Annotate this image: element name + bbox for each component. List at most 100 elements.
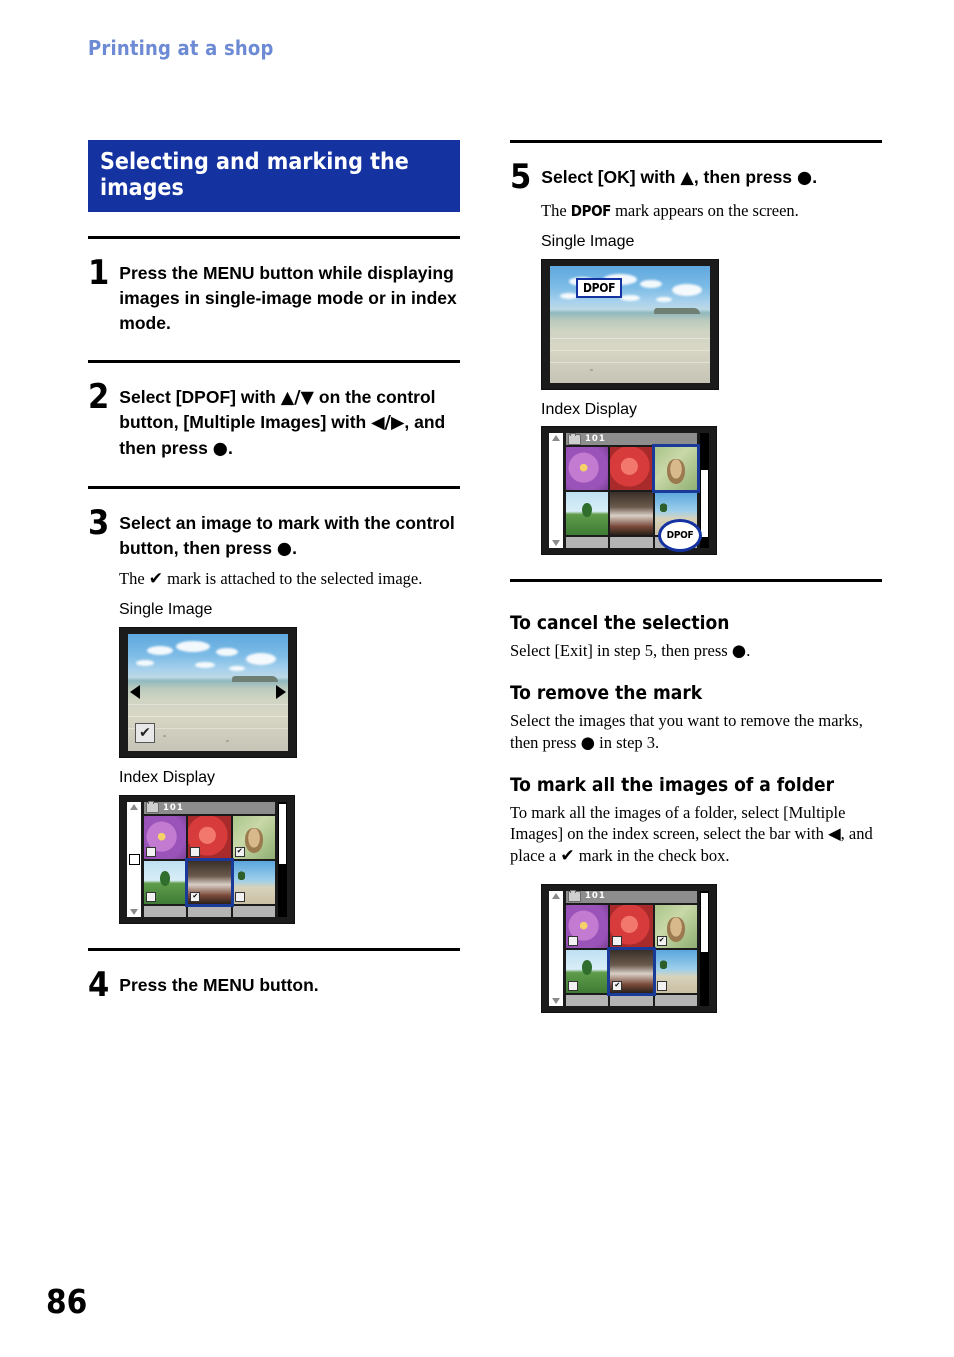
check-icon: ✔ — [148, 568, 164, 589]
scroll-down-icon[interactable] — [552, 540, 560, 547]
thumb-checkbox-checked[interactable]: ✔ — [656, 935, 667, 946]
note-after: mark appears on the screen. — [610, 201, 799, 220]
thumbnail[interactable] — [144, 860, 187, 904]
thumbnail-selected[interactable] — [651, 444, 701, 494]
thumb-checkbox[interactable] — [568, 980, 578, 991]
body-part-a: Select the images that you want to remov… — [510, 711, 863, 752]
scroll-up-icon[interactable] — [552, 892, 560, 899]
folder-label: 101 — [163, 802, 184, 813]
body-part-c: mark in the check box. — [574, 846, 730, 866]
nav-left-arrow-icon[interactable] — [130, 685, 140, 700]
thumbnail-footer-row — [144, 905, 275, 917]
thumbnail[interactable] — [654, 949, 697, 993]
caption-index-display: Index Display — [119, 768, 216, 786]
step-number: 5 — [510, 157, 532, 197]
thumb-checkbox[interactable] — [190, 846, 201, 857]
step-number: 2 — [88, 376, 110, 417]
up-arrow-icon: ▲ — [680, 168, 694, 188]
scroll-up-icon[interactable] — [552, 435, 560, 442]
enter-button-icon: ● — [796, 168, 813, 188]
thumb-checkbox[interactable] — [146, 891, 156, 902]
selection-checkbox[interactable]: ✔ — [135, 722, 155, 743]
thumbnail-selected[interactable]: ✔ — [185, 857, 234, 907]
thumb-checkbox[interactable] — [568, 935, 578, 946]
index-scrollbar[interactable] — [700, 890, 709, 1006]
step5-note: The DPOF mark appears on the screen. — [541, 200, 882, 222]
body-part-b: . — [746, 641, 751, 661]
left-arrow-icon: ◀ — [827, 824, 841, 844]
manual-page: Printing at a shop Selecting and marking… — [0, 0, 954, 1357]
folder-bar[interactable]: 101 — [144, 801, 275, 814]
step-text: Select [OK] with ▲, then press ●. — [541, 159, 817, 191]
screen-index-display-mark-all: 101 ✔ ✔ — [541, 883, 717, 1013]
folder-label: 101 — [585, 891, 606, 902]
step-5: 5 Select [OK] with ▲, then press ●. — [510, 159, 882, 194]
index-sidebar — [549, 433, 563, 549]
subsection-heading: To mark all the images of a folder — [510, 773, 835, 796]
thumb-checkbox[interactable] — [656, 980, 667, 991]
beach-photo: ✔ — [128, 633, 288, 751]
step-number: 4 — [88, 964, 110, 1005]
step-text: Select [DPOF] with ▲/▼ on the control bu… — [119, 379, 460, 463]
dpof-badge: DPOF — [576, 277, 623, 298]
step3-part-b: . — [292, 537, 297, 558]
thumbnail[interactable] — [610, 904, 653, 948]
step5-part-a: Select [OK] with — [541, 167, 681, 187]
thumb-checkbox-checked[interactable]: ✔ — [190, 891, 201, 902]
caption-single-image: Single Image — [541, 232, 635, 250]
scroll-down-icon[interactable] — [552, 997, 560, 1004]
thumbnail[interactable]: ✔ — [654, 904, 697, 948]
nav-right-arrow-icon[interactable] — [276, 685, 286, 700]
body-part-a: Select [Exit] in step 5, then press — [510, 641, 732, 661]
section-title-box: Selecting and marking the images — [88, 140, 460, 212]
subsection-body: Select [Exit] in step 5, then press ●. — [510, 640, 882, 662]
step-text: Select an image to mark with the control… — [119, 505, 460, 562]
thumb-checkbox-checked[interactable]: ✔ — [234, 846, 245, 857]
screen-single-image-dpof: DPOF — [541, 258, 719, 390]
thumbnail[interactable] — [188, 815, 231, 859]
subsection-cancel-selection: To cancel the selection Select [Exit] in… — [510, 612, 882, 662]
thumbnail[interactable] — [566, 904, 609, 948]
thumbnail-selected[interactable]: ✔ — [607, 946, 656, 996]
leftright-arrow-icon: ◀/▶ — [371, 413, 405, 434]
folder-bar[interactable]: 101 — [566, 890, 697, 903]
left-column: Selecting and marking the images 1 Press… — [88, 140, 460, 1002]
thumbnail[interactable] — [232, 860, 275, 904]
body-part-a: To mark all the images of a folder, sele… — [510, 802, 846, 844]
thumbnail[interactable] — [610, 492, 653, 536]
thumbnail[interactable] — [566, 949, 609, 993]
caption-index-display: Index Display — [541, 400, 638, 418]
step-text: Press the MENU button. — [119, 974, 319, 995]
folder-bar[interactable]: 101 — [566, 432, 697, 446]
step-2: 2 Select [DPOF] with ▲/▼ on the control … — [88, 379, 460, 463]
step-text: Press the MENU button while displaying i… — [119, 262, 457, 333]
enter-button-icon: ● — [731, 641, 747, 661]
thumb-checkbox[interactable] — [612, 935, 623, 946]
thumbnail[interactable] — [610, 447, 653, 491]
thumbnail-footer-row — [566, 994, 697, 1006]
thumbnail[interactable] — [144, 815, 187, 859]
step-4: 4 Press the MENU button. — [88, 967, 460, 1002]
screen-index-display-dpof: 101 DPOF — [541, 426, 717, 556]
index-sidebar — [549, 890, 563, 1006]
folder-icon — [568, 890, 581, 903]
folder-select-checkbox[interactable] — [128, 853, 140, 865]
thumb-checkbox[interactable] — [234, 891, 245, 902]
right-column: 5 Select [OK] with ▲, then press ●. The … — [510, 140, 882, 1013]
scroll-down-icon[interactable] — [130, 908, 138, 915]
enter-button-icon: ● — [276, 538, 293, 559]
thumbnail[interactable] — [566, 492, 609, 536]
step2-part-a: Select [DPOF] with — [119, 386, 281, 407]
note-before: The — [119, 568, 149, 588]
section-title-line2: images — [100, 174, 184, 201]
step5-part-b: , then press — [693, 167, 797, 187]
folder-icon — [568, 432, 581, 445]
subsection-mark-all-folder: To mark all the images of a folder To ma… — [510, 774, 882, 868]
thumbnail[interactable] — [566, 447, 609, 491]
thumb-checkbox-checked[interactable]: ✔ — [612, 980, 623, 991]
index-scrollbar[interactable] — [278, 801, 287, 917]
thumbnail[interactable]: ✔ — [232, 815, 275, 859]
scroll-up-icon[interactable] — [130, 803, 138, 810]
thumb-checkbox[interactable] — [146, 846, 156, 857]
subsection-remove-mark: To remove the mark Select the images tha… — [510, 682, 882, 754]
